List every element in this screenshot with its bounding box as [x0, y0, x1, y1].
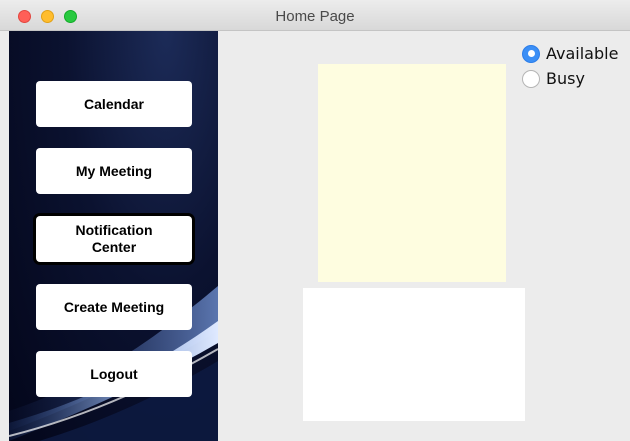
logout-button[interactable]: Logout [36, 351, 192, 397]
title-bar: Home Page [0, 0, 630, 31]
busy-label: Busy [546, 69, 585, 88]
app-window: Home Page Calendar My Meeting Notificati… [0, 0, 630, 441]
details-panel [303, 288, 525, 421]
radio-unselected-icon [522, 69, 540, 88]
busy-radio[interactable]: Busy [522, 69, 585, 88]
my-meeting-button[interactable]: My Meeting [36, 148, 192, 194]
available-label: Available [546, 44, 619, 63]
notes-panel [318, 64, 506, 282]
radio-selected-icon [522, 44, 540, 63]
calendar-button[interactable]: Calendar [36, 81, 192, 127]
available-radio[interactable]: Available [522, 44, 618, 63]
main-content: Available Busy [218, 31, 630, 441]
window-title: Home Page [275, 8, 355, 25]
sidebar: Calendar My Meeting Notification Center … [9, 31, 218, 441]
notification-center-button[interactable]: Notification Center [36, 216, 192, 262]
create-meeting-button[interactable]: Create Meeting [36, 284, 192, 330]
